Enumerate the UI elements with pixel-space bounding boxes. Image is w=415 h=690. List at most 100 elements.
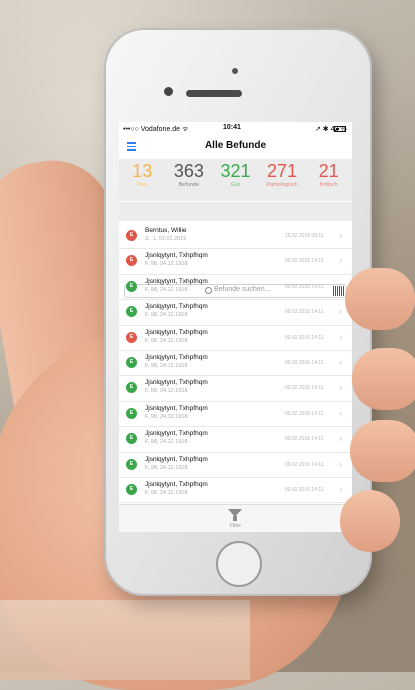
hand-finger (350, 420, 415, 482)
home-button[interactable] (216, 541, 262, 587)
stat-label: Kritisch (319, 182, 338, 188)
status-letter: E (129, 333, 134, 340)
list-item[interactable]: E Jjsnlqytynt, TxhpfhqmF, 98, 24.12.1918 0… (119, 427, 352, 453)
patient-name: Jjsnlqytynt, Txhpfhqm (145, 404, 208, 412)
befunde-list: E Berntus, Willie 3., 1, 01.01.2015 15.02.2… (119, 224, 352, 529)
status-letter: E (129, 257, 134, 264)
patient-name: Jjsnlqytynt, Txhpfhqm (145, 252, 208, 260)
befund-date: 09.02.2016 14:11 (285, 283, 324, 290)
hand-finger (352, 348, 415, 410)
list-item[interactable]: E Jjsnlqytynt, TxhpfhqmF, 98, 24.12.1918 0… (119, 453, 352, 478)
hand-finger (340, 490, 400, 552)
patient-details: F, 98, 24.12.1918 (145, 337, 188, 344)
stat-tile[interactable]: 21 Kritisch (305, 159, 352, 201)
list-item[interactable]: E Jjsnlqytynt, TxhpfhqmF, 98, 24.12.1918 0… (119, 376, 352, 402)
chevron-right-icon: › (339, 356, 342, 367)
stat-label: Befunde (178, 182, 200, 188)
befund-date: 09.02.2016 14:11 (285, 486, 324, 493)
stat-label: Pathologisch (266, 182, 298, 188)
patient-details: 3., 1, 01.01.2015 (145, 236, 187, 242)
patient-details: F, 98, 24.12.1918 (145, 439, 188, 446)
patient-details: F, 98, 24.12.1918 (145, 413, 188, 420)
filter-funnel-stem (233, 516, 237, 521)
status-dot: E (126, 331, 137, 343)
status-dot: E (126, 407, 137, 419)
patient-details: F, 98, 24.12.1918 (145, 312, 188, 319)
status-letter: E (129, 384, 134, 391)
list-item[interactable]: E Jjsnlqytynt, TxhpfhqmF, 98, 24.12.1918 0… (119, 300, 352, 326)
clock: 10:41 (223, 124, 241, 131)
status-letter: E (129, 358, 134, 365)
patient-name: Jjsnlqytynt, Txhpfhqm (145, 480, 208, 488)
chevron-right-icon: › (339, 407, 342, 418)
battery-level (336, 128, 340, 130)
navigation-bar: Alle Befunde (119, 135, 352, 157)
chevron-right-icon: › (339, 255, 342, 266)
patient-details: F, 98, 24.12.1918 (145, 286, 188, 293)
status-dot: E (126, 433, 137, 445)
list-item[interactable]: E Jjsnlqytynt, TxhpfhqmF, 98, 24.12.1918 0… (119, 478, 352, 504)
list-item[interactable]: E Jjsnlqytynt, TxhpfhqmF, 98, 24.12.1918 0… (119, 275, 352, 301)
patient-name: Jjsnlqytynt, Txhpfhqm (145, 430, 208, 438)
befund-date: 09.02.2016 14:11 (285, 334, 324, 341)
chevron-right-icon: › (339, 230, 342, 240)
patient-name: Jjsnlqytynt, Txhpfhqm (145, 303, 208, 311)
stat-value: 363 (173, 161, 204, 181)
status-letter: E (129, 308, 134, 315)
stat-tile[interactable]: 321 Gut (212, 159, 259, 201)
earpiece-speaker (186, 90, 242, 97)
status-letter: E (129, 282, 134, 289)
stats-summary: 13 Neu 363 Befunde 321 Gut 271 Pathologisch 21 Kr… (119, 159, 352, 201)
patient-details: F, 98, 24.12.1918 (145, 362, 188, 369)
patient-details: F, 98, 24.12.1918 (145, 489, 188, 496)
stat-tile[interactable]: 13 Neu (119, 159, 166, 201)
patient-name: Berntus, Willie (145, 227, 187, 234)
patient-details: F, 98, 24.12.1918 (145, 464, 188, 471)
chevron-right-icon: › (339, 433, 342, 444)
stat-value: 21 (318, 161, 339, 181)
chevron-right-icon: › (339, 458, 342, 469)
befund-date: 09.02.2016 14:11 (285, 359, 324, 366)
stat-value: 321 (220, 161, 251, 181)
front-sensor (232, 68, 238, 74)
stat-tile[interactable]: 363 Befunde (166, 159, 213, 201)
chevron-right-icon: › (339, 382, 342, 393)
status-dot: E (126, 483, 137, 495)
list-item[interactable]: E Jjsnlqytynt, TxhpfhqmF, 98, 24.12.1918 0… (119, 326, 352, 351)
list-item[interactable]: E Jjsnlqytynt, TxhpfhqmF, 98, 24.12.1918 0… (119, 402, 352, 428)
status-dot: E (126, 280, 137, 292)
status-letter: E (129, 435, 134, 442)
status-letter: E (129, 485, 134, 492)
chevron-right-icon: › (339, 331, 342, 342)
page-title: Alle Befunde (204, 140, 267, 151)
befund-date: 09.02.2016 14:11 (285, 410, 324, 417)
befund-date: 09.02.2016 14:11 (285, 436, 324, 443)
patient-name: Jjsnlqytynt, Txhpfhqm (145, 455, 208, 463)
chevron-right-icon: › (339, 306, 342, 317)
list-item[interactable]: E Jjsnlqytynt, TxhpfhqmF, 98, 24.12.1918 0… (119, 249, 352, 275)
status-dot: E (126, 356, 137, 368)
front-camera (164, 87, 173, 96)
befund-date: 09.02.2016 14:11 (285, 258, 324, 265)
stat-label: Neu (137, 182, 148, 188)
stat-tile[interactable]: 271 Pathologisch (259, 159, 306, 201)
stat-value: 271 (267, 161, 298, 181)
befund-date: 09.02.2016 14:11 (285, 461, 324, 468)
status-dot: E (126, 255, 137, 267)
list-item[interactable]: E Jjsnlqytynt, TxhpfhqmF, 98, 24.12.1918 0… (119, 351, 352, 377)
befund-date: 09.02.2016 14:11 (285, 309, 324, 316)
filter-label[interactable]: Filter (119, 523, 352, 529)
befund-date: 15.02.2016 08:11 (285, 233, 324, 239)
hand-finger (345, 268, 415, 330)
phone-screen: •••○○ Vodafone.de ᯤ 10:41 ↗ ✱ 42 % Alle … (119, 122, 352, 532)
status-dot: E (126, 382, 137, 394)
befund-date: 09.02.2016 14:11 (285, 385, 324, 392)
status-letter: E (129, 409, 134, 416)
patient-details: F, 98, 24.12.1918 (145, 261, 188, 268)
status-letter: E (129, 460, 134, 467)
status-letter: E (129, 232, 134, 238)
patient-name: Jjsnlqytynt, Txhpfhqm (145, 277, 208, 285)
status-dot: E (126, 230, 137, 241)
stat-label: Gut (231, 182, 240, 188)
list-item[interactable]: E Berntus, Willie 3., 1, 01.01.2015 15.02.2… (119, 224, 352, 250)
